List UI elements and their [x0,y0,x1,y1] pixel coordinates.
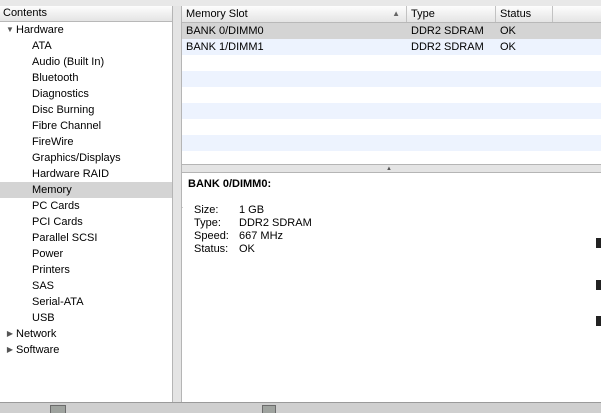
table-row-empty [182,71,601,87]
splitter-grip-icon: ▲ [386,166,392,172]
sidebar-header[interactable]: Contents [0,6,172,22]
slot-cell: BANK 0/DIMM0 [186,25,264,37]
disclosure-collapsed-icon[interactable]: ▶ [5,326,15,342]
sidebar-item-label: PCI Cards [32,216,83,228]
detail-value: 1 GB [239,204,265,216]
sidebar-item-sas[interactable]: SAS [0,278,172,294]
window-edge [596,238,601,328]
sidebar-item-label: Memory [32,184,72,196]
memory-slot-table: Memory Slot ▲ Type Status BANK 0/DIMM0 DD… [182,6,601,164]
table-row-empty [182,151,601,164]
detail-value: 667 MHz [239,230,284,242]
background-window-strip [0,402,601,413]
details-title: BANK 0/DIMM0: [188,178,272,190]
detail-key: Speed: [194,230,229,242]
background-icon [262,405,276,413]
sidebar-item-printers[interactable]: Printers [0,262,172,278]
sidebar-item-usb[interactable]: USB [0,310,172,326]
sidebar-item-hardware[interactable]: ▼ Hardware [0,22,172,38]
sidebar-item-label: Fibre Channel [32,120,102,132]
table-row-empty [182,135,601,151]
detail-field: Size: 1 GB [194,204,264,217]
sidebar-item-label: Diagnostics [32,88,89,100]
sidebar-item-label: SAS [32,280,55,292]
sidebar-item-label: Power [32,248,64,260]
sidebar-item-fibre-channel[interactable]: Fibre Channel [0,118,172,134]
sidebar-item-label: Bluetooth [32,72,79,84]
vertical-splitter[interactable] [173,6,182,402]
detail-key: Status: [194,243,229,255]
table-row-empty [182,55,601,71]
type-cell: DDR2 SDRAM [411,41,484,53]
sidebar-item-bluetooth[interactable]: Bluetooth [0,70,172,86]
sidebar-item-label: Audio (Built In) [32,56,105,68]
column-header-memory-slot[interactable]: Memory Slot ▲ [182,6,407,22]
table-row-empty [182,87,601,103]
sidebar-item-label: USB [32,312,55,324]
sidebar-item-audio-built-in[interactable]: Audio (Built In) [0,54,172,70]
sidebar-item-pc-cards[interactable]: PC Cards [0,198,172,214]
disclosure-expanded-icon[interactable]: ▼ [5,22,15,38]
contents-sidebar: Contents ▼ Hardware ATA Audio (Built In) Blu… [0,6,173,402]
sidebar-item-hardware-raid[interactable]: Hardware RAID [0,166,172,182]
detail-value: DDR2 SDRAM [239,217,312,229]
sidebar-item-label: ATA [32,40,52,52]
sort-ascending-icon: ▲ [392,9,400,18]
sidebar-item-serial-ata[interactable]: Serial-ATA [0,294,172,310]
sidebar-item-label: PC Cards [32,200,80,212]
sidebar-item-label: Hardware RAID [32,168,110,180]
sidebar-item-label: Graphics/Displays [32,152,121,164]
caret-icon: ▲ [182,203,184,210]
detail-field: Status: OK [194,243,255,256]
sidebar-item-software[interactable]: ▶ Software [0,342,172,358]
background-icon [50,405,66,413]
sidebar-item-graphics-displays[interactable]: Graphics/Displays [0,150,172,166]
detail-value: OK [239,243,255,255]
sidebar-item-ata[interactable]: ATA [0,38,172,54]
column-header-label: Status [500,8,532,20]
column-header-type[interactable]: Type [407,6,496,22]
column-header-label: Memory Slot [186,8,248,20]
sidebar-item-power[interactable]: Power [0,246,172,262]
horizontal-splitter[interactable]: ▲ [182,164,601,173]
status-cell: OK [500,25,516,37]
detail-key: Size: [194,204,219,216]
sidebar-item-parallel-scsi[interactable]: Parallel SCSI [0,230,172,246]
type-cell: DDR2 SDRAM [411,25,484,37]
table-row[interactable]: BANK 0/DIMM0 DDR2 SDRAM OK [182,23,601,39]
sidebar-item-label: Network [16,328,57,340]
sidebar-item-label: Parallel SCSI [32,232,98,244]
details-pane: BANK 0/DIMM0: ▲ Size: 1 GB Type: DDR2 SDRAM… [182,173,601,402]
sidebar-item-label: Disc Burning [32,104,95,116]
table-header: Memory Slot ▲ Type Status [182,6,601,23]
column-header-label: Type [411,8,435,20]
detail-field: Type: DDR2 SDRAM [194,217,312,230]
sidebar-item-diagnostics[interactable]: Diagnostics [0,86,172,102]
detail-key: Type: [194,217,221,229]
status-cell: OK [500,41,516,53]
sidebar-item-label: Serial-ATA [32,296,84,308]
slot-cell: BANK 1/DIMM1 [186,41,264,53]
sidebar-item-label: Printers [32,264,70,276]
sidebar-item-label: FireWire [32,136,74,148]
sidebar-item-firewire[interactable]: FireWire [0,134,172,150]
column-header-status[interactable]: Status [496,6,553,22]
sidebar-item-disc-burning[interactable]: Disc Burning [0,102,172,118]
detail-field: Speed: 667 MHz [194,230,283,243]
column-header-empty [553,6,601,22]
disclosure-collapsed-icon[interactable]: ▶ [5,342,15,358]
sidebar-item-label: Software [16,344,60,356]
sidebar-item-network[interactable]: ▶ Network [0,326,172,342]
sidebar-item-label: Hardware [16,24,64,36]
table-row-empty [182,119,601,135]
sidebar-item-memory[interactable]: Memory [0,182,172,198]
table-row-empty [182,103,601,119]
sidebar-item-pci-cards[interactable]: PCI Cards [0,214,172,230]
table-row[interactable]: BANK 1/DIMM1 DDR2 SDRAM OK [182,39,601,55]
